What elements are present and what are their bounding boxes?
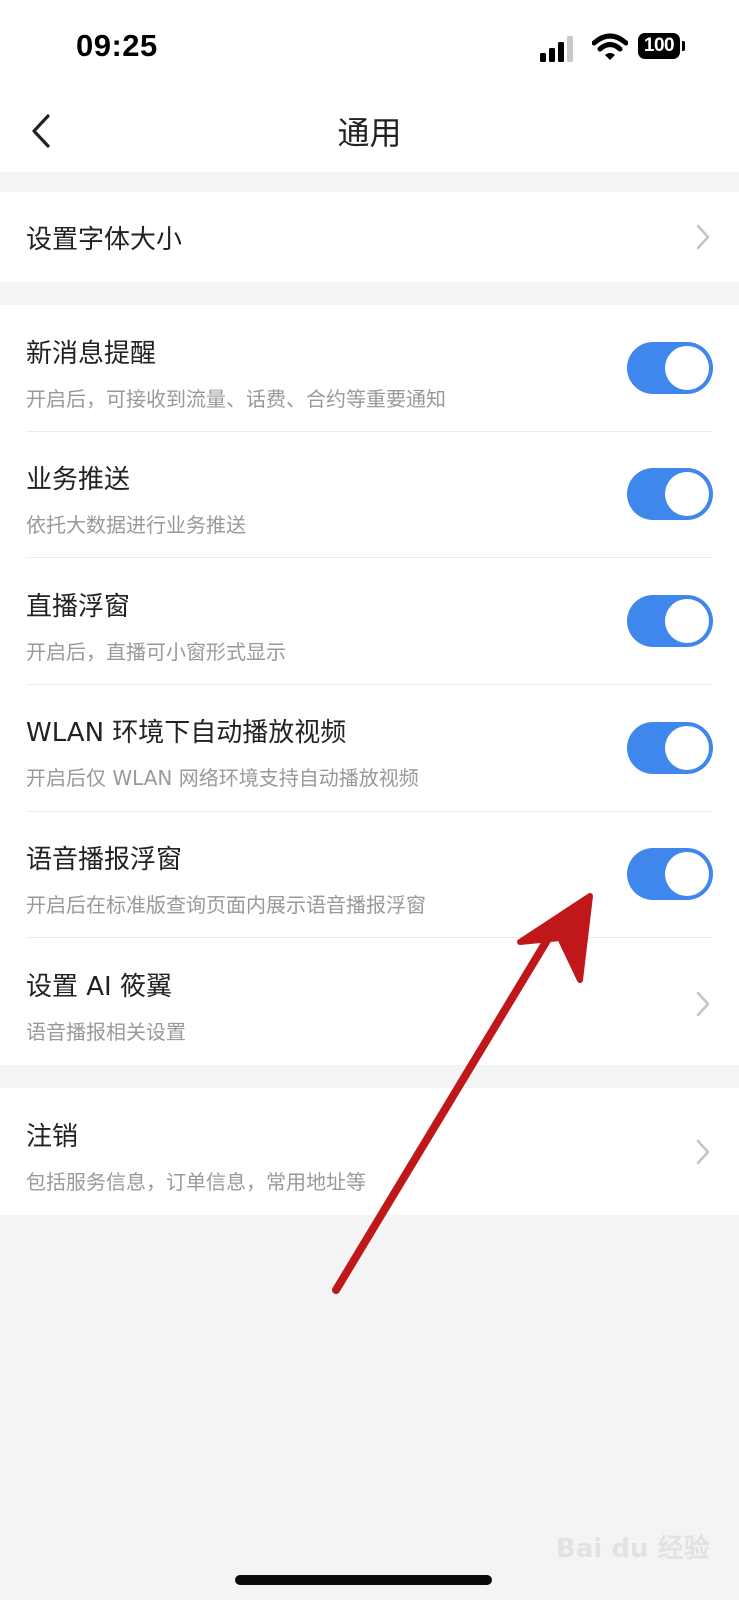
battery-level: 100 xyxy=(638,33,680,59)
row-title: 注销 xyxy=(26,1122,79,1152)
toggle-row-new-message: 新消息提醒 开启后，可接收到流量、话费、合约等重要通知 xyxy=(0,305,739,432)
font-size-label: 设置字体大小 xyxy=(26,225,183,255)
signal-icon xyxy=(540,36,573,62)
row-title: 业务推送 xyxy=(26,465,131,495)
row-subtitle: 开启后在标准版查询页面内展示语音播报浮窗 xyxy=(26,893,426,917)
row-subtitle: 依托大数据进行业务推送 xyxy=(26,513,246,537)
voice-float-toggle[interactable] xyxy=(627,848,713,900)
toggle-row-live-float: 直播浮窗 开启后，直播可小窗形式显示 xyxy=(0,558,739,685)
chevron-right-icon xyxy=(696,991,710,1017)
row-title: WLAN 环境下自动播放视频 xyxy=(26,718,347,748)
toggle-row-business-push: 业务推送 依托大数据进行业务推送 xyxy=(0,432,739,558)
font-size-row[interactable]: 设置字体大小 xyxy=(0,192,739,282)
battery-icon: 100 xyxy=(638,33,686,61)
baidu-watermark: Bai du 经验 xyxy=(556,1534,710,1564)
row-title: 语音播报浮窗 xyxy=(26,845,183,875)
chevron-right-icon xyxy=(696,1139,710,1165)
toggle-knob xyxy=(665,472,709,516)
row-subtitle: 包括服务信息，订单信息，常用地址等 xyxy=(26,1170,366,1194)
page-title: 通用 xyxy=(337,114,402,152)
toggle-knob xyxy=(665,726,709,770)
row-title: 直播浮窗 xyxy=(26,592,131,622)
row-title: 新消息提醒 xyxy=(26,339,157,369)
toggle-row-voice-float: 语音播报浮窗 开启后在标准版查询页面内展示语音播报浮窗 xyxy=(0,812,739,938)
row-subtitle: 开启后，可接收到流量、话费、合约等重要通知 xyxy=(26,387,446,411)
status-time: 09:25 xyxy=(76,28,158,63)
wifi-icon xyxy=(592,33,628,60)
nav-bar: 通用 xyxy=(0,90,739,172)
toggle-knob xyxy=(665,599,709,643)
row-title: 设置 AI 筱翼 xyxy=(26,972,172,1002)
row-subtitle: 开启后仅 WLAN 网络环境支持自动播放视频 xyxy=(26,766,419,790)
wlan-autoplay-toggle[interactable] xyxy=(627,722,713,774)
home-indicator xyxy=(235,1575,492,1585)
font-size-section: 设置字体大小 xyxy=(0,192,739,282)
business-push-toggle[interactable] xyxy=(627,468,713,520)
toggle-knob xyxy=(665,852,709,896)
toggle-row-wlan-autoplay: WLAN 环境下自动播放视频 开启后仅 WLAN 网络环境支持自动播放视频 xyxy=(0,685,739,812)
row-subtitle: 语音播报相关设置 xyxy=(26,1020,186,1044)
toggle-knob xyxy=(665,346,709,390)
ai-settings-row[interactable]: 设置 AI 筱翼 语音播报相关设置 xyxy=(0,938,739,1065)
row-subtitle: 开启后，直播可小窗形式显示 xyxy=(26,640,286,664)
live-float-toggle[interactable] xyxy=(627,595,713,647)
settings-section: 新消息提醒 开启后，可接收到流量、话费、合约等重要通知 业务推送 依托大数据进行… xyxy=(0,305,739,1065)
status-bar: 09:25 100 xyxy=(0,0,739,90)
chevron-right-icon xyxy=(696,224,710,250)
cancel-section: 注销 包括服务信息，订单信息，常用地址等 xyxy=(0,1088,739,1215)
new-message-toggle[interactable] xyxy=(627,342,713,394)
cancel-account-row[interactable]: 注销 包括服务信息，订单信息，常用地址等 xyxy=(0,1088,739,1215)
